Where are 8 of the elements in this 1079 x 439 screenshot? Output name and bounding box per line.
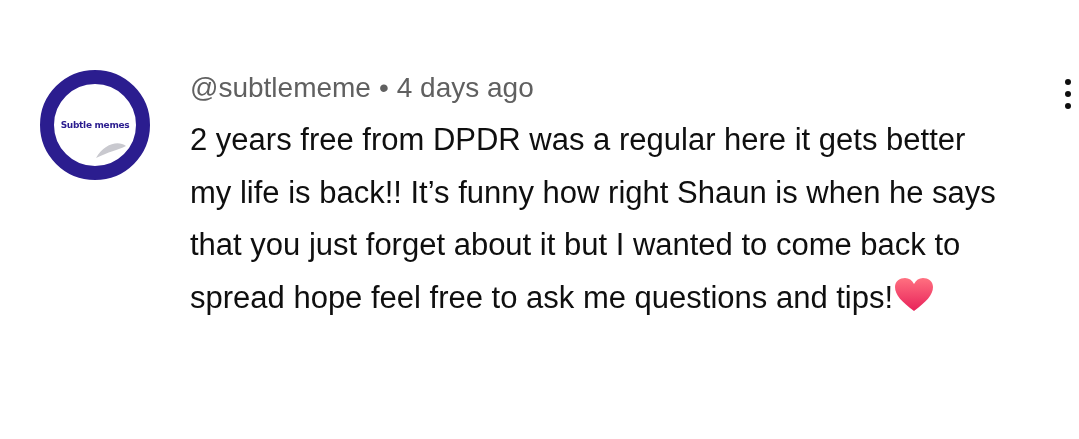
comment-author[interactable]: @subtlememe [190,62,371,114]
avatar-text: Subtle memes [60,120,130,130]
separator: • [378,71,389,105]
comment-text: 2 years free from DPDR was a regular here it gets better my life is back!! It’s funny how right Shaun is when he says that you just forget about it but I wanted to come back to spread hope feel free to ask me questions and tips! [190,121,997,317]
heart-icon [894,276,935,313]
avatar[interactable]: Subtle memes [40,70,150,180]
comment-time: 4 days ago [396,71,534,105]
page-curl-icon [94,140,128,160]
